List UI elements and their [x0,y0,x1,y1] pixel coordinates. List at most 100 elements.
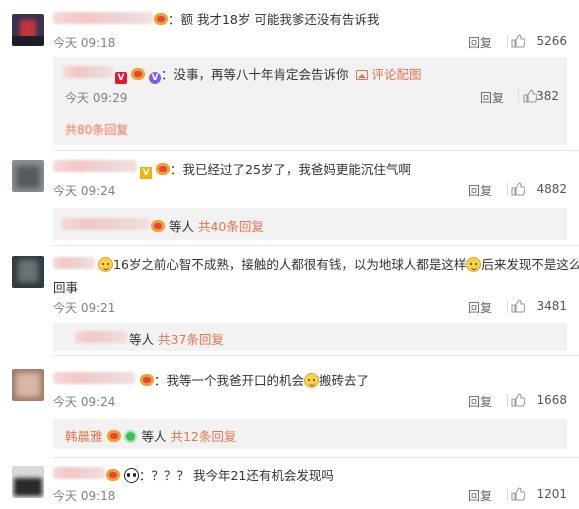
thumbs-up-icon[interactable] [511,182,525,196]
comment-2: V ：我已经过了25岁了，我爸妈更能沉住气啊 今天 09:24 回复 4882 … [0,150,579,245]
fan-badge-icon [154,13,168,25]
like-count: 4882 [536,182,567,196]
divider [507,300,508,313]
username-blurred[interactable] [53,372,135,384]
comment-text: ：？？？ 我今年21还有机会发现吗 [138,468,334,483]
comment-body: 16岁之前心智不成熟，接触的人都很有钱，以为地球人都是这样 后来发现不是这么 [98,254,579,273]
comment-meta: 今天 09:18 回复 5266 [53,34,567,50]
thumbs-up-icon[interactable] [511,299,525,313]
comment-1: ：额 我才18岁 可能我爹还没有告诉我 今天 09:18 回复 5266 V V… [0,0,579,150]
like-count: 1668 [536,393,567,407]
reply-summary-box: 等人 共40条回复 [53,208,567,240]
fan-badge-icon [106,430,121,442]
comment-body-line2: 回事 [53,277,567,296]
comment-text-cont: 后来发现不是这么 [481,257,579,272]
reply-button[interactable]: 回复 [468,299,492,316]
avatar[interactable] [12,369,44,401]
like-count: 1201 [536,487,567,501]
fan-badge-icon [130,68,145,80]
thumbs-up-icon[interactable] [511,34,525,48]
username-blurred[interactable] [75,331,127,343]
avatar[interactable] [12,160,44,192]
thumbs-up-icon[interactable] [523,89,537,103]
like-count: 382 [536,89,559,103]
username-blurred[interactable] [53,12,153,24]
more-replies-link[interactable]: 共40条回复 [198,219,264,234]
username-blurred[interactable] [53,467,105,479]
avatar[interactable] [12,14,44,46]
smile-emoji-icon [98,257,113,272]
comment-body: ：？？？ 我今年21还有机会发现吗 [106,465,567,484]
comment-body: ：我等一个我爸开口的机会 搬砖去了 [140,370,567,389]
panda-emoji-icon [123,468,139,483]
more-replies-link[interactable]: 共12条回复 [170,429,236,444]
image-icon [356,70,369,80]
fan-badge-icon [155,163,170,175]
reply-button[interactable]: 回复 [468,34,492,51]
divider [507,35,508,48]
reply-button[interactable]: 回复 [480,89,504,106]
comment-5: ：？？？ 我今年21还有机会发现吗 今天 09:18 回复 1201 [0,457,579,509]
smile-emoji-icon [304,373,320,388]
fan-badge-icon [106,469,120,481]
comment-text: 16岁之前心智不成熟，接触的人都很有钱，以为地球人都是这样 [113,257,467,272]
etc-text: 等人 [168,219,194,234]
like-count: 3481 [536,299,567,313]
timestamp: 今天 09:24 [53,395,116,409]
comment-image-link[interactable]: 评论配图 [356,67,421,82]
comment-text: ：我等一个我爸开口的机会 [154,373,305,388]
vip-v-icon: V [140,167,152,179]
green-badge-icon [124,430,138,443]
reply-summary: 等人 共40条回复 [151,216,264,235]
divider [507,394,508,407]
reply-box: V V ：没事，再等八十年肯定会告诉你 评论配图 今天 09:29 回复 382 … [53,57,567,145]
reply-button[interactable]: 回复 [468,487,492,504]
smile-emoji-icon [466,257,482,272]
reply-summary: 等人 共37条回复 [129,329,224,348]
fan-badge-icon [140,374,154,386]
comment-text-cont: 搬砖去了 [319,373,370,388]
timestamp: 今天 09:29 [65,91,128,105]
comment-meta: 今天 09:21 回复 3481 [53,299,567,315]
reply-button[interactable]: 回复 [468,393,492,410]
reply-summary: 韩晨雅 等人 共12条回复 [65,426,236,445]
reply-button[interactable]: 回复 [468,182,492,199]
comment-meta: 今天 09:24 回复 1668 [53,393,567,409]
verified-icon: V [148,72,161,84]
reply-summary-box: 等人 共37条回复 [53,323,567,351]
like-count: 5266 [536,34,567,48]
username-blurred[interactable] [61,218,149,230]
vip-v-icon: V [115,72,127,84]
username-blurred[interactable] [53,160,137,172]
comment-4: ：我等一个我爸开口的机会 搬砖去了 今天 09:24 回复 1668 韩晨雅 等人… [0,355,579,455]
comment-text: ：额 我才18岁 可能我爹还没有告诉我 [168,12,380,27]
comment-body: V ：我已经过了25岁了，我爸妈更能沉住气啊 [140,159,567,179]
etc-text: 等人 [141,429,167,444]
thumbs-up-icon[interactable] [511,487,525,501]
more-replies-link[interactable]: 共80条回复 [65,121,128,138]
fan-badge-icon [151,220,165,232]
username-blurred[interactable] [53,257,95,269]
more-replies-link[interactable]: 共37条回复 [158,332,224,347]
timestamp: 今天 09:18 [53,36,116,50]
comment-meta: 今天 09:18 回复 1201 [53,487,567,503]
divider [507,488,508,501]
reply-user-name[interactable]: 韩晨雅 [65,429,103,444]
reply-summary-box: 韩晨雅 等人 共12条回复 [53,419,567,449]
etc-text: 等人 [129,332,155,347]
divider [507,183,508,196]
timestamp: 今天 09:24 [53,184,116,198]
username-blurred[interactable] [63,66,113,78]
comment-3: 16岁之前心智不成熟，接触的人都很有钱，以为地球人都是这样 后来发现不是这么 回事… [0,245,579,353]
timestamp: 今天 09:18 [53,489,116,503]
comment-text: ：我已经过了25岁了，我爸妈更能沉住气啊 [169,162,411,177]
avatar[interactable] [12,256,44,288]
comment-body: ：额 我才18岁 可能我爹还没有告诉我 [154,9,567,28]
comment-meta: 今天 09:24 回复 4882 [53,182,567,198]
timestamp: 今天 09:21 [53,301,116,315]
comment-text-end: 回事 [53,280,79,295]
divider [518,89,519,102]
thumbs-up-icon[interactable] [511,393,525,407]
reply-text: ：没事，再等八十年肯定会告诉你 [160,67,349,82]
avatar[interactable] [12,466,44,498]
